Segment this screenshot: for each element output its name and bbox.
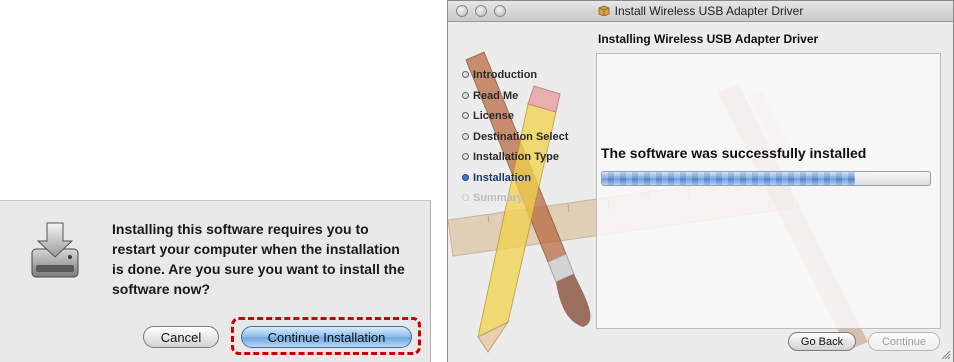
installer-content-pane: The software was successfully installed [596,53,941,329]
step-bullet-icon [462,194,469,201]
disk-install-icon [30,221,80,281]
step-current-bullet-icon [462,173,469,181]
step-read-me: Read Me [462,90,602,111]
install-status-text: The software was successfully installed [601,145,867,161]
step-bullet-icon [462,112,469,119]
step-bullet-icon [462,71,469,78]
step-destination-select: Destination Select [462,131,602,152]
continue-button[interactable]: Continue [868,332,940,351]
installer-steps-list: Introduction Read Me License Destination… [462,69,602,213]
package-icon [598,5,610,16]
step-bullet-icon [462,132,469,140]
install-progress-fill [602,172,855,185]
resize-grip-icon[interactable] [940,349,951,360]
alert-message: Installing this software requires you to… [112,221,405,297]
step-installation: Installation [462,172,602,193]
cancel-button[interactable]: Cancel [143,326,219,348]
step-introduction: Introduction [462,69,602,90]
step-bullet-icon [462,91,469,99]
title-bar[interactable]: Install Wireless USB Adapter Driver [448,1,953,22]
restart-confirmation-dialog: Installing this software requires you to… [0,200,431,362]
step-bullet-icon [462,153,469,160]
window-title-text: Install Wireless USB Adapter Driver [614,4,804,18]
step-license: License [462,110,602,131]
installer-window: Install Wireless USB Adapter Driver Inst… [447,0,954,362]
step-installation-type: Installation Type [462,151,602,172]
go-back-button[interactable]: Go Back [788,332,856,351]
step-summary: Summary [462,192,602,213]
install-progress-bar [601,171,931,186]
highlight-annotation [231,317,421,355]
installer-header-title: Installing Wireless USB Adapter Driver [598,32,819,46]
window-title: Install Wireless USB Adapter Driver [448,4,953,18]
